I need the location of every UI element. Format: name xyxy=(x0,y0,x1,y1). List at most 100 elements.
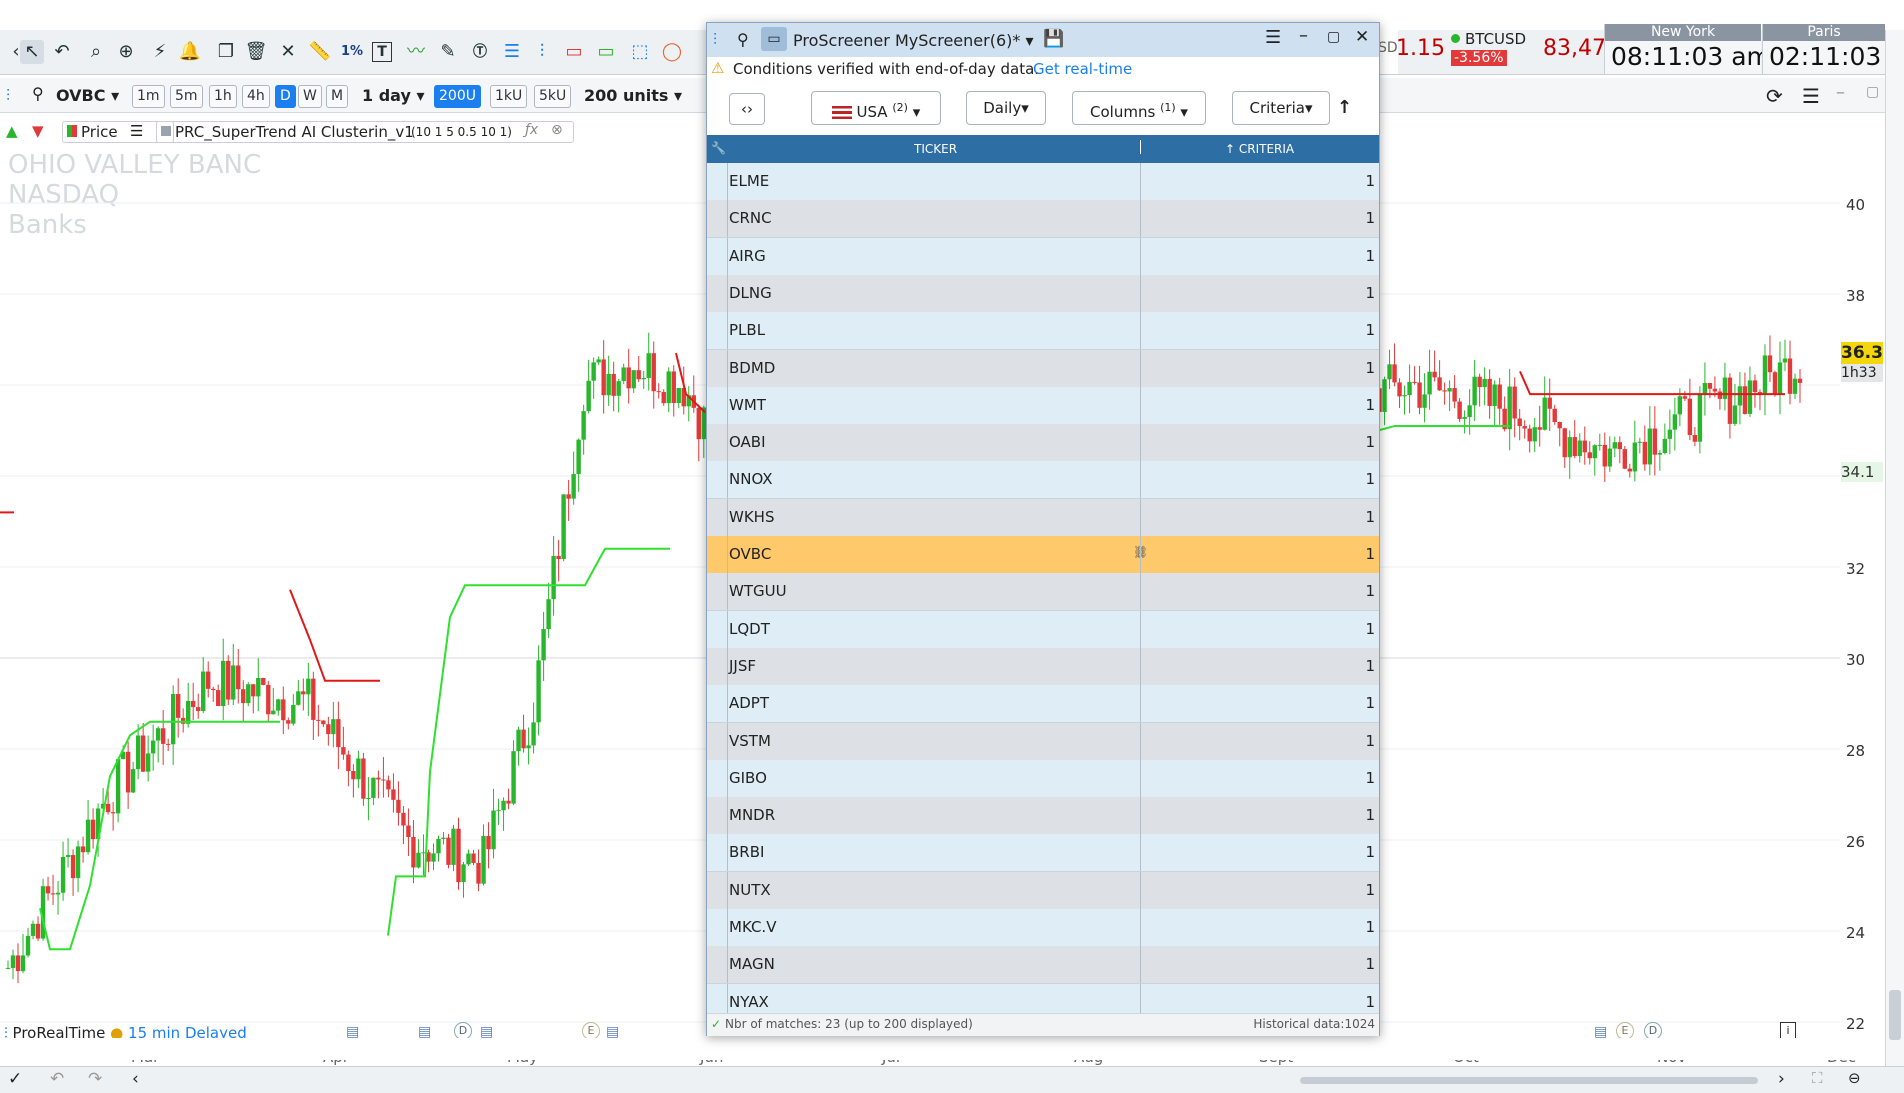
table-row[interactable]: GIBO 1 xyxy=(707,760,1379,798)
tools-icon[interactable]: ✕ xyxy=(276,40,300,64)
table-row[interactable]: AIRG 1 xyxy=(707,238,1379,276)
timeframe-m[interactable]: M xyxy=(326,85,349,108)
menu-icon[interactable]: ☰ xyxy=(1802,84,1820,108)
close-icon[interactable]: ✕ xyxy=(1355,27,1369,47)
columns-dropdown[interactable]: Columns (1) ▾ xyxy=(1072,91,1206,125)
table-row[interactable]: NUTX 1 xyxy=(707,872,1379,910)
draw-tool-icon[interactable]: ✓ xyxy=(8,1069,22,1089)
alert-bell-icon[interactable]: 🔔 xyxy=(178,40,202,64)
symbol-selector[interactable]: OVBC ▾ xyxy=(56,86,119,105)
settings-wrench-icon[interactable]: 🔧 xyxy=(711,141,726,155)
screener-name-selector[interactable]: MyScreener(6)* ▾ xyxy=(895,31,1034,50)
link-icon[interactable]: ⛓ xyxy=(1133,545,1148,559)
channel-tool-icon[interactable]: ▭ xyxy=(594,40,618,64)
timeframe-d[interactable]: D xyxy=(275,85,296,108)
undo-icon[interactable]: ↶ xyxy=(50,1069,64,1089)
criteria-dropdown[interactable]: Criteria▾ xyxy=(1232,91,1330,125)
timeframe-w[interactable]: W xyxy=(298,85,322,108)
table-row[interactable]: ADPT 1 xyxy=(707,685,1379,723)
table-row[interactable]: WKHS 1 xyxy=(707,499,1379,537)
screener-type-icon[interactable]: ▭ xyxy=(761,27,787,51)
indicator-tag[interactable]: PRC_SuperTrend AI Clusterin_v1 (10 1 5 0… xyxy=(156,121,574,143)
btc-quote[interactable]: BTCUSD -3.56% 83,470 xyxy=(1451,30,1620,74)
list-icon[interactable]: ☰ xyxy=(130,122,143,140)
table-row[interactable]: LQDT 1 xyxy=(707,611,1379,649)
copy-icon[interactable]: ❐ xyxy=(214,40,238,64)
table-row[interactable]: OVBC 1 ⛓ xyxy=(707,536,1379,574)
fib-tool-icon[interactable]: ☰ xyxy=(500,40,524,64)
sync-icon[interactable]: ⟳ xyxy=(1766,84,1783,108)
units-1ku[interactable]: 1kU xyxy=(490,85,528,108)
col-ticker-header[interactable]: TICKER xyxy=(914,142,957,156)
percent-tool-icon[interactable]: 1% xyxy=(340,40,364,64)
timeframe-4h[interactable]: 4h xyxy=(242,85,270,108)
vertical-scrollbar[interactable] xyxy=(1889,990,1901,1040)
fib-fan-icon[interactable]: ⫶ xyxy=(530,40,554,64)
redo-icon[interactable]: ↷ xyxy=(88,1069,102,1089)
code-view-button[interactable]: ‹› xyxy=(729,93,765,125)
ruler-icon[interactable]: 📏 xyxy=(308,40,332,64)
timeframe-5m[interactable]: 5m xyxy=(170,85,203,108)
minimize-chart-icon[interactable]: – xyxy=(1836,82,1845,103)
market-selector[interactable]: USA (2) ▾ xyxy=(811,91,941,125)
table-row[interactable]: BRBI 1 xyxy=(707,834,1379,872)
table-row[interactable]: OABI 1 xyxy=(707,424,1379,462)
ellipse-tool-icon[interactable]: ◯ xyxy=(660,40,684,64)
table-row[interactable]: DLNG 1 xyxy=(707,275,1379,313)
units-5ku[interactable]: 5kU xyxy=(534,85,572,108)
table-row[interactable]: WTGUU 1 xyxy=(707,573,1379,611)
trash-icon[interactable]: 🗑 xyxy=(244,40,268,64)
table-row[interactable]: BDMD 1 xyxy=(707,350,1379,388)
sort-direction-icon[interactable]: ↑ xyxy=(1337,97,1352,118)
buy-arrow-icon[interactable]: ▲ xyxy=(6,122,18,140)
remove-indicator-icon[interactable]: ⊗ xyxy=(551,122,563,138)
sell-arrow-icon[interactable]: ▼ xyxy=(32,122,44,140)
text-tool-icon[interactable]: T xyxy=(372,42,392,62)
col-criteria-header[interactable]: ↑ CRITERIA xyxy=(1225,142,1294,156)
link-icon[interactable]: ⚲ xyxy=(32,84,44,103)
maximize-chart-icon[interactable]: ▢ xyxy=(1866,84,1879,100)
pencil-icon[interactable]: ✎ xyxy=(436,40,460,64)
table-row[interactable]: CRNC 1 xyxy=(707,200,1379,238)
chart-type-icon[interactable]: ⫶ xyxy=(6,86,10,106)
table-row[interactable]: VSTM 1 xyxy=(707,723,1379,761)
formula-icon[interactable]: ƒx xyxy=(525,122,538,138)
box-tool-icon[interactable]: ⬚ xyxy=(628,40,652,64)
table-row[interactable]: PLBL 1 xyxy=(707,312,1379,350)
column-divider[interactable] xyxy=(1140,140,1141,154)
undo-pointer-icon[interactable]: ↶ xyxy=(50,40,74,64)
menu-icon[interactable]: ☰ xyxy=(1265,27,1281,48)
crosshair-zoom-icon[interactable]: ⊕ xyxy=(114,40,138,64)
maximize-icon[interactable]: ▢ xyxy=(1327,29,1340,45)
price-axis[interactable]: 40 38 36 32 30 28 26 24 22 36.3 1h33 34.… xyxy=(1840,146,1885,1046)
table-row[interactable]: WMT 1 xyxy=(707,387,1379,425)
minimize-icon[interactable]: – xyxy=(1299,25,1308,46)
text-bubble-icon[interactable]: Ⓣ xyxy=(468,40,492,64)
table-row[interactable]: MNDR 1 xyxy=(707,797,1379,835)
rectangle-tool-icon[interactable]: ▭ xyxy=(562,40,586,64)
table-row[interactable]: ELME 1 xyxy=(707,163,1379,201)
zoom-icon[interactable]: ⌕ xyxy=(84,40,108,64)
zoom-out-icon[interactable]: ⊖ xyxy=(1848,1069,1861,1087)
realtime-link[interactable]: Get real-time xyxy=(1033,60,1132,78)
link-icon[interactable]: ⚲ xyxy=(737,30,749,49)
scroll-left-icon[interactable]: ‹ xyxy=(132,1069,139,1089)
pointer-tool-icon[interactable]: ↖ xyxy=(20,40,44,64)
table-row[interactable]: MAGN 1 xyxy=(707,946,1379,984)
units-200u[interactable]: 200U xyxy=(434,85,481,108)
screener-titlebar[interactable]: ⫶ ⚲ ▭ ProScreener MyScreener(6)* ▾ 💾 ☰ –… xyxy=(707,23,1379,57)
indicator-chart-icon[interactable]: 〰 xyxy=(404,40,428,64)
horizontal-scrollbar[interactable] xyxy=(1300,1077,1758,1084)
table-row[interactable]: NNOX 1 xyxy=(707,461,1379,499)
scroll-right-icon[interactable]: › xyxy=(1778,1069,1785,1089)
units-selector[interactable]: 200 units ▾ xyxy=(584,86,682,105)
timeframe-1h[interactable]: 1h xyxy=(209,85,237,108)
timeframe-1m[interactable]: 1m xyxy=(132,85,165,108)
table-row[interactable]: MKC.V 1 xyxy=(707,909,1379,947)
period-dropdown[interactable]: Daily▾ xyxy=(966,91,1046,125)
period-selector[interactable]: 1 day ▾ xyxy=(362,86,425,105)
fit-screen-icon[interactable]: ⛶ xyxy=(1812,1069,1823,1087)
ruler-alert-icon[interactable]: ⚡ xyxy=(148,40,172,64)
save-icon[interactable]: 💾 xyxy=(1043,29,1064,49)
table-row[interactable]: JJSF 1 xyxy=(707,648,1379,686)
